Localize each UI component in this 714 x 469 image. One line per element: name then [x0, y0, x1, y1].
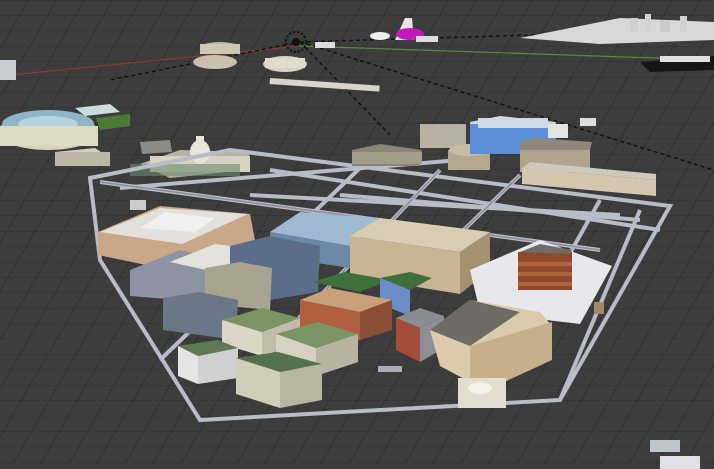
viewport-canvas[interactable] [0, 0, 714, 469]
tower-building[interactable] [518, 244, 572, 290]
3d-viewport[interactable] [0, 0, 714, 469]
